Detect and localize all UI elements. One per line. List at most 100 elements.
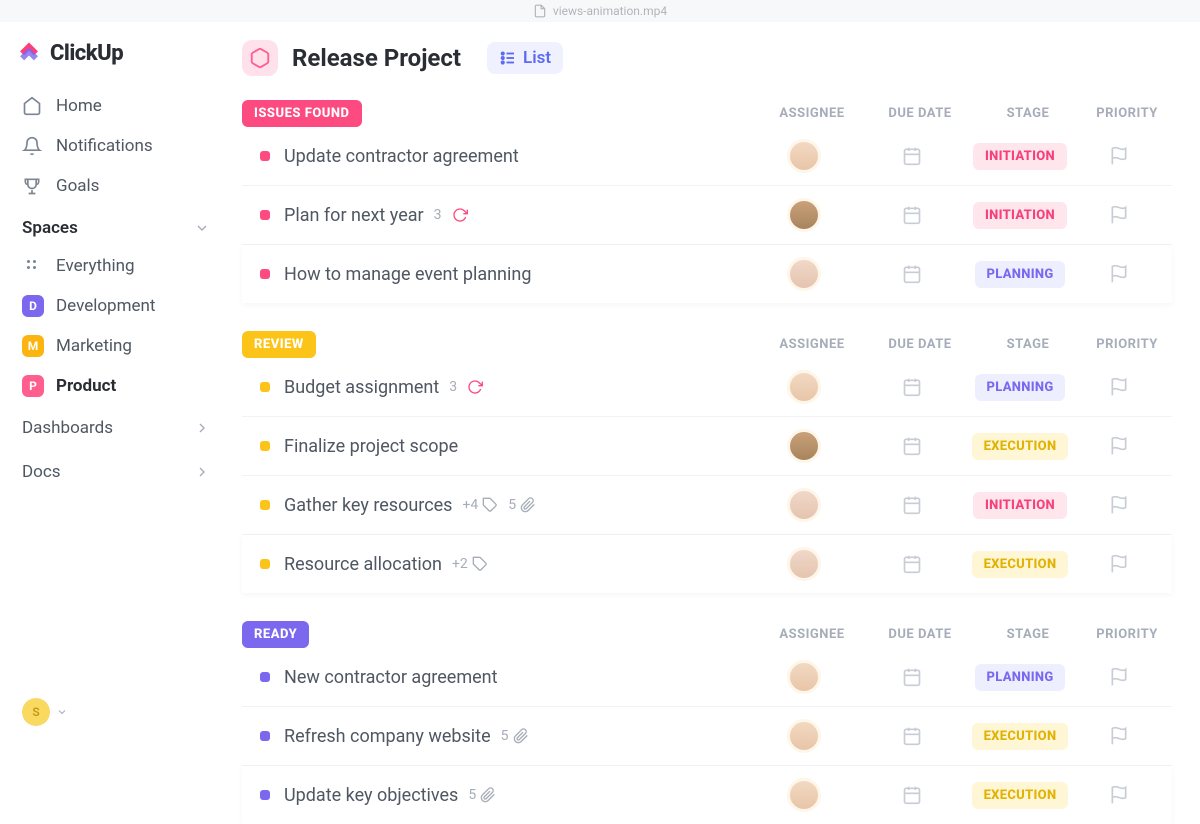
assignee-cell[interactable] — [750, 370, 858, 404]
assignee-cell[interactable] — [750, 198, 858, 232]
status-badge[interactable]: READY — [242, 621, 309, 648]
stage-cell[interactable]: INITIATION — [966, 492, 1074, 519]
task-title[interactable]: Update contractor agreement — [284, 146, 750, 167]
assignee-cell[interactable] — [750, 429, 858, 463]
space-item-marketing[interactable]: MMarketing — [16, 326, 216, 366]
task-title[interactable]: Finalize project scope — [284, 436, 750, 457]
task-row[interactable]: New contractor agreement PLANNING — [242, 648, 1172, 707]
task-row[interactable]: Budget assignment3 PLANNING — [242, 358, 1172, 417]
stage-cell[interactable]: INITIATION — [966, 202, 1074, 229]
stage-cell[interactable]: EXECUTION — [966, 723, 1074, 750]
view-list-button[interactable]: List — [487, 42, 563, 74]
space-everything[interactable]: Everything — [16, 246, 216, 286]
col-header-priority[interactable]: PRIORITY — [1082, 627, 1172, 642]
task-row[interactable]: Plan for next year3 INITIATION — [242, 186, 1172, 245]
col-header-priority[interactable]: PRIORITY — [1082, 337, 1172, 352]
assignee-cell[interactable] — [750, 719, 858, 753]
assignee-cell[interactable] — [750, 547, 858, 581]
task-title[interactable]: Resource allocation+2 — [284, 554, 750, 575]
priority-cell[interactable] — [1074, 667, 1164, 687]
priority-cell[interactable] — [1074, 785, 1164, 805]
task-status-square[interactable] — [260, 731, 270, 741]
stage-cell[interactable]: INITIATION — [966, 143, 1074, 170]
col-header-due[interactable]: DUE DATE — [866, 627, 974, 642]
stage-cell[interactable]: EXECUTION — [966, 433, 1074, 460]
task-title[interactable]: Plan for next year3 — [284, 205, 750, 226]
space-item-development[interactable]: DDevelopment — [16, 286, 216, 326]
priority-cell[interactable] — [1074, 726, 1164, 746]
priority-cell[interactable] — [1074, 377, 1164, 397]
assignee-cell[interactable] — [750, 660, 858, 694]
task-status-square[interactable] — [260, 559, 270, 569]
assignee-cell[interactable] — [750, 139, 858, 173]
due-date-cell[interactable] — [858, 377, 966, 397]
priority-cell[interactable] — [1074, 495, 1164, 515]
status-badge[interactable]: REVIEW — [242, 331, 316, 358]
nav-goals[interactable]: Goals — [16, 166, 216, 206]
nav-notifications[interactable]: Notifications — [16, 126, 216, 166]
priority-cell[interactable] — [1074, 264, 1164, 284]
column-headers: ASSIGNEEDUE DATESTAGEPRIORITY — [758, 627, 1172, 642]
task-title[interactable]: Budget assignment3 — [284, 377, 750, 398]
stage-cell[interactable]: PLANNING — [966, 664, 1074, 691]
due-date-cell[interactable] — [858, 667, 966, 687]
dashboards-link[interactable]: Dashboards — [16, 406, 216, 450]
due-date-cell[interactable] — [858, 146, 966, 166]
task-row[interactable]: Resource allocation+2 EXECUTION — [242, 535, 1172, 593]
project-icon — [242, 40, 278, 76]
priority-cell[interactable] — [1074, 146, 1164, 166]
task-row[interactable]: Gather key resources+45 INITIATION — [242, 476, 1172, 535]
due-date-cell[interactable] — [858, 436, 966, 456]
task-status-square[interactable] — [260, 672, 270, 682]
col-header-priority[interactable]: PRIORITY — [1082, 106, 1172, 121]
task-status-square[interactable] — [260, 790, 270, 800]
task-row[interactable]: Refresh company website5 EXECUTION — [242, 707, 1172, 766]
priority-cell[interactable] — [1074, 205, 1164, 225]
task-status-square[interactable] — [260, 441, 270, 451]
spaces-header[interactable]: Spaces — [16, 206, 216, 246]
col-header-assignee[interactable]: ASSIGNEE — [758, 337, 866, 352]
task-row[interactable]: How to manage event planning PLANNING — [242, 245, 1172, 303]
stage-cell[interactable]: EXECUTION — [966, 551, 1074, 578]
task-row[interactable]: Update key objectives5 EXECUTION — [242, 766, 1172, 824]
col-header-stage[interactable]: STAGE — [974, 337, 1082, 352]
task-status-square[interactable] — [260, 151, 270, 161]
docs-link[interactable]: Docs — [16, 450, 216, 494]
due-date-cell[interactable] — [858, 205, 966, 225]
col-header-assignee[interactable]: ASSIGNEE — [758, 627, 866, 642]
task-status-square[interactable] — [260, 269, 270, 279]
due-date-cell[interactable] — [858, 785, 966, 805]
col-header-stage[interactable]: STAGE — [974, 106, 1082, 121]
task-title[interactable]: Refresh company website5 — [284, 726, 750, 747]
task-title[interactable]: How to manage event planning — [284, 264, 750, 285]
task-row[interactable]: Update contractor agreement INITIATION — [242, 127, 1172, 186]
task-title[interactable]: New contractor agreement — [284, 667, 750, 688]
assignee-cell[interactable] — [750, 778, 858, 812]
col-header-due[interactable]: DUE DATE — [866, 337, 974, 352]
assignee-cell[interactable] — [750, 257, 858, 291]
stage-cell[interactable]: PLANNING — [966, 374, 1074, 401]
task-title[interactable]: Update key objectives5 — [284, 785, 750, 806]
stage-cell[interactable]: PLANNING — [966, 261, 1074, 288]
assignee-cell[interactable] — [750, 488, 858, 522]
task-row[interactable]: Finalize project scope EXECUTION — [242, 417, 1172, 476]
user-menu[interactable]: S — [16, 688, 216, 736]
due-date-cell[interactable] — [858, 264, 966, 284]
task-status-square[interactable] — [260, 210, 270, 220]
task-status-square[interactable] — [260, 500, 270, 510]
task-title[interactable]: Gather key resources+45 — [284, 495, 750, 516]
priority-cell[interactable] — [1074, 436, 1164, 456]
due-date-cell[interactable] — [858, 554, 966, 574]
space-item-product[interactable]: PProduct — [16, 366, 216, 406]
col-header-stage[interactable]: STAGE — [974, 627, 1082, 642]
col-header-due[interactable]: DUE DATE — [866, 106, 974, 121]
status-badge[interactable]: ISSUES FOUND — [242, 100, 362, 127]
col-header-assignee[interactable]: ASSIGNEE — [758, 106, 866, 121]
brand-logo[interactable]: ClickUp — [16, 40, 216, 66]
due-date-cell[interactable] — [858, 726, 966, 746]
nav-home[interactable]: Home — [16, 86, 216, 126]
due-date-cell[interactable] — [858, 495, 966, 515]
task-status-square[interactable] — [260, 382, 270, 392]
priority-cell[interactable] — [1074, 554, 1164, 574]
stage-cell[interactable]: EXECUTION — [966, 782, 1074, 809]
